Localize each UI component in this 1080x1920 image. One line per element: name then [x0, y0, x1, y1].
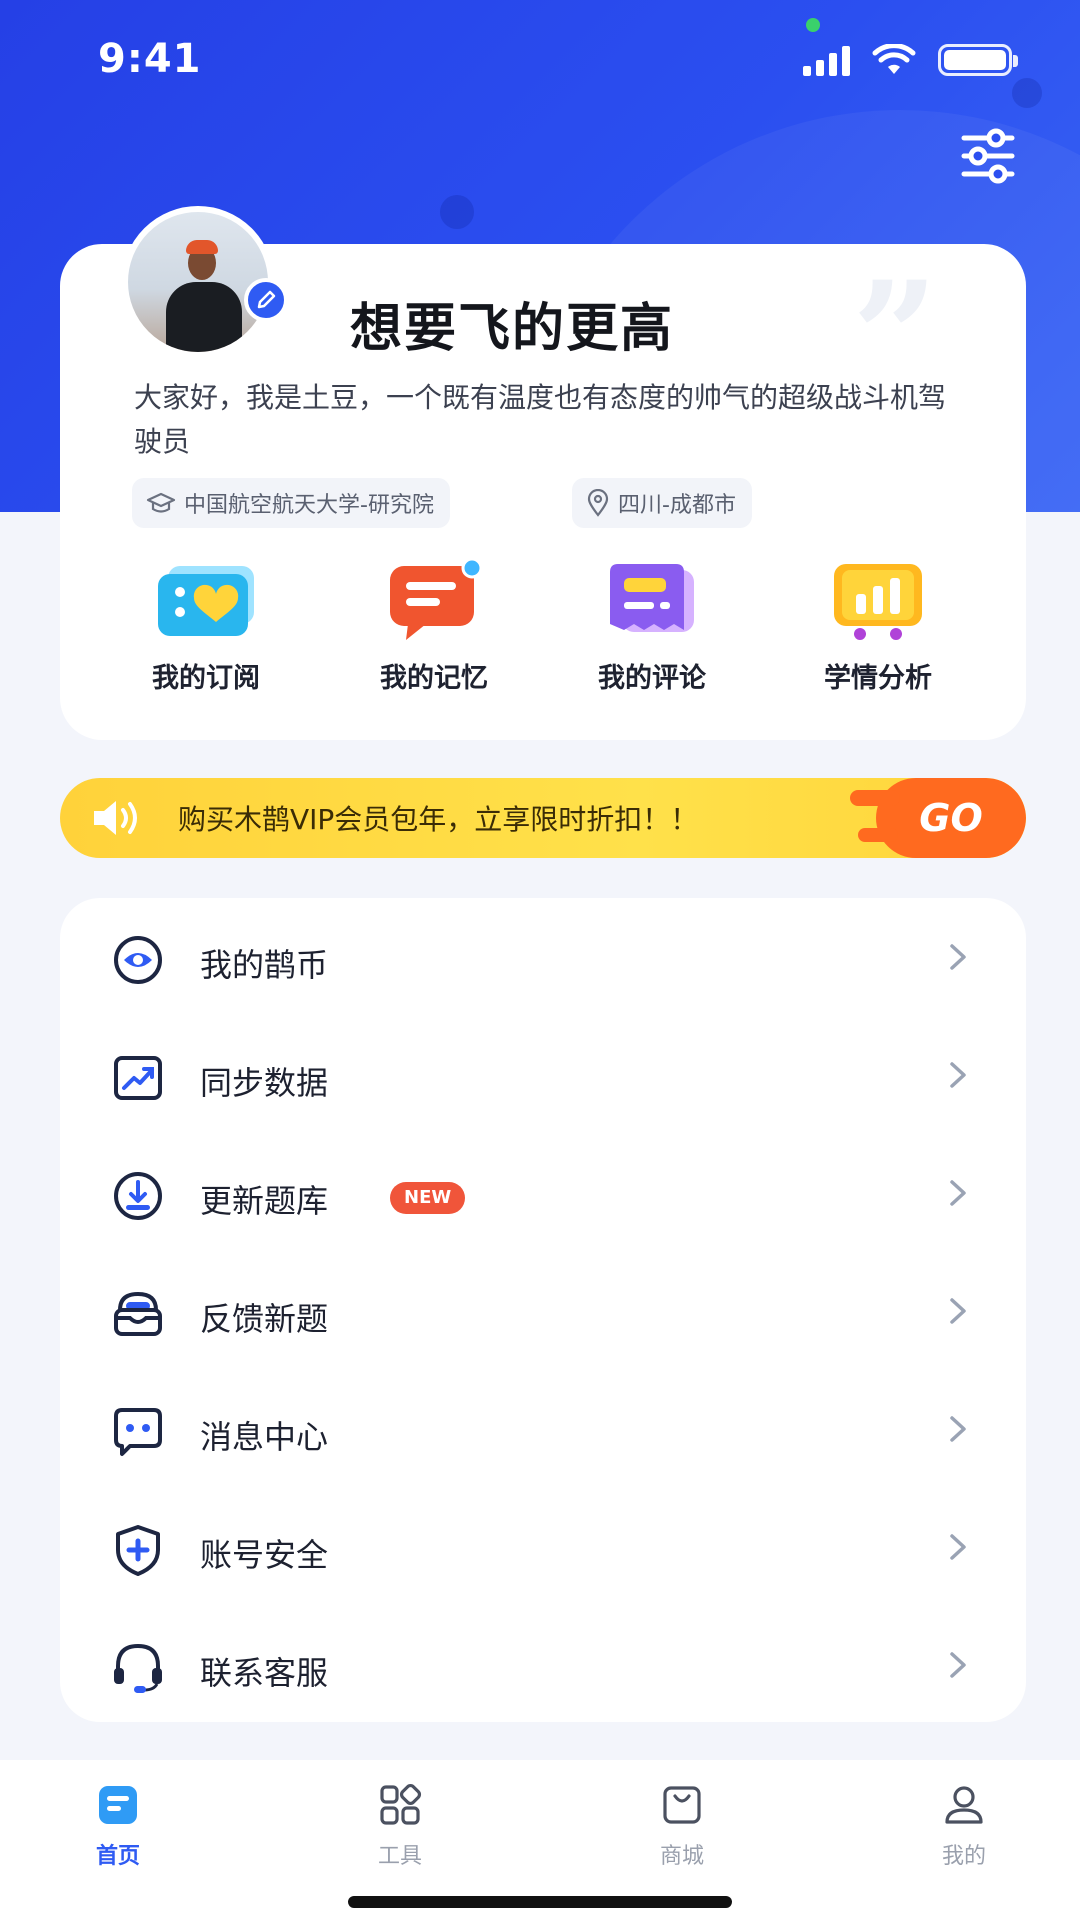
home-indicator[interactable] [348, 1896, 732, 1908]
avatar-container[interactable] [118, 200, 298, 372]
wifi-icon [872, 44, 916, 74]
tab-label: 首页 [95, 1844, 140, 1869]
chevron-right-icon [950, 1652, 966, 1678]
menu-item-coins[interactable]: 我的鹊币 [60, 898, 1026, 1016]
chevron-right-icon [950, 1416, 966, 1442]
status-icons [803, 44, 1018, 76]
quick-action-label: 我的评论 [598, 663, 706, 694]
chevron-right-icon [950, 1534, 966, 1560]
status-bar: 9:41 [0, 0, 1080, 120]
battery-icon [938, 44, 1018, 76]
menu-item-account-security[interactable]: 账号安全 [60, 1488, 1026, 1606]
tab-home[interactable]: 首页 [38, 1782, 198, 1870]
profile-name: 想要飞的更高 [350, 299, 675, 359]
chevron-right-icon [950, 1180, 966, 1206]
menu-item-update-questions[interactable]: 更新题库 NEW [60, 1134, 1026, 1252]
quick-action-comments[interactable]: 我的评论 [562, 560, 742, 695]
vip-promo-banner[interactable]: 购买木鹊VIP会员包年，立享限时折扣！！ GO [60, 778, 1026, 858]
ticket-heart-icon [154, 560, 258, 644]
bar-chart-icon [826, 560, 930, 644]
tab-tools[interactable]: 工具 [320, 1782, 480, 1870]
coin-eye-icon [114, 936, 162, 984]
menu-item-label: 反馈新题 [200, 1300, 329, 1338]
tab-label: 我的 [941, 1844, 986, 1869]
filter-settings-button[interactable] [958, 128, 1018, 184]
menu-item-label: 同步数据 [200, 1064, 329, 1102]
tab-label: 商城 [659, 1844, 704, 1869]
edit-avatar-button[interactable] [244, 278, 288, 322]
chevron-right-icon [950, 1298, 966, 1324]
chart-trend-icon [114, 1056, 162, 1100]
menu-item-label: 更新题库 [200, 1182, 329, 1220]
tab-shop[interactable]: 商城 [602, 1782, 762, 1870]
tab-label: 工具 [377, 1844, 422, 1869]
grid-icon [380, 1783, 422, 1825]
profile-bio: 大家好，我是土豆，一个既有温度也有态度的帅气的超级战斗机驾驶员 [134, 381, 947, 458]
tab-mine[interactable]: 我的 [884, 1782, 1044, 1870]
menu-item-label: 我的鹊币 [200, 946, 329, 984]
user-icon [945, 1786, 983, 1824]
shield-plus-icon [116, 1525, 160, 1576]
header-decoration-dot [440, 195, 474, 229]
chat-bubble-icon [382, 557, 486, 644]
bag-icon [663, 1786, 701, 1824]
comment-card-icon [600, 560, 704, 644]
new-badge: NEW [390, 1182, 466, 1214]
status-time: 9:41 [98, 36, 202, 82]
vip-go-button[interactable]: GO [850, 778, 1026, 858]
home-icon [99, 1786, 137, 1824]
quick-action-label: 我的订阅 [152, 663, 260, 694]
quick-action-subscription[interactable]: 我的订阅 [116, 560, 296, 695]
go-label: GO [919, 796, 983, 840]
school-tag: 中国航空航天大学-研究院 [132, 478, 450, 528]
school-label: 中国航空航天大学-研究院 [184, 493, 434, 518]
chevron-right-icon [950, 944, 966, 970]
quick-action-label: 我的记忆 [380, 663, 488, 694]
message-icon [114, 1408, 162, 1456]
menu-item-customer-service[interactable]: 联系客服 [60, 1606, 1026, 1724]
quick-action-label: 学情分析 [824, 663, 932, 694]
menu-item-sync-data[interactable]: 同步数据 [60, 1016, 1026, 1134]
menu-item-feedback[interactable]: 反馈新题 [60, 1252, 1026, 1370]
download-circle-icon [114, 1172, 162, 1220]
quick-action-analysis[interactable]: 学情分析 [788, 560, 968, 695]
speaker-icon [90, 796, 144, 840]
menu-item-label: 联系客服 [200, 1654, 329, 1692]
vip-promo-text: 购买木鹊VIP会员包年，立享限时折扣！！ [178, 803, 699, 836]
menu-list: 我的鹊币 同步数据 更新题库 NEW 反馈新题 消息中心 账号安全 联系客服 [60, 898, 1026, 1722]
quick-action-memory[interactable]: 我的记忆 [344, 557, 524, 695]
chevron-right-icon [950, 1062, 966, 1088]
location-label: 四川-成都市 [618, 493, 736, 518]
pencil-icon [257, 290, 276, 309]
menu-item-label: 账号安全 [200, 1536, 329, 1574]
sliders-icon [961, 128, 1015, 184]
location-pin-icon [587, 489, 609, 517]
headset-icon [114, 1643, 162, 1693]
menu-item-label: 消息中心 [200, 1418, 329, 1456]
cellular-signal-icon [803, 46, 850, 76]
inbox-icon [114, 1291, 162, 1336]
menu-item-messages[interactable]: 消息中心 [60, 1370, 1026, 1488]
graduation-cap-icon [146, 492, 176, 513]
location-tag: 四川-成都市 [572, 478, 752, 528]
